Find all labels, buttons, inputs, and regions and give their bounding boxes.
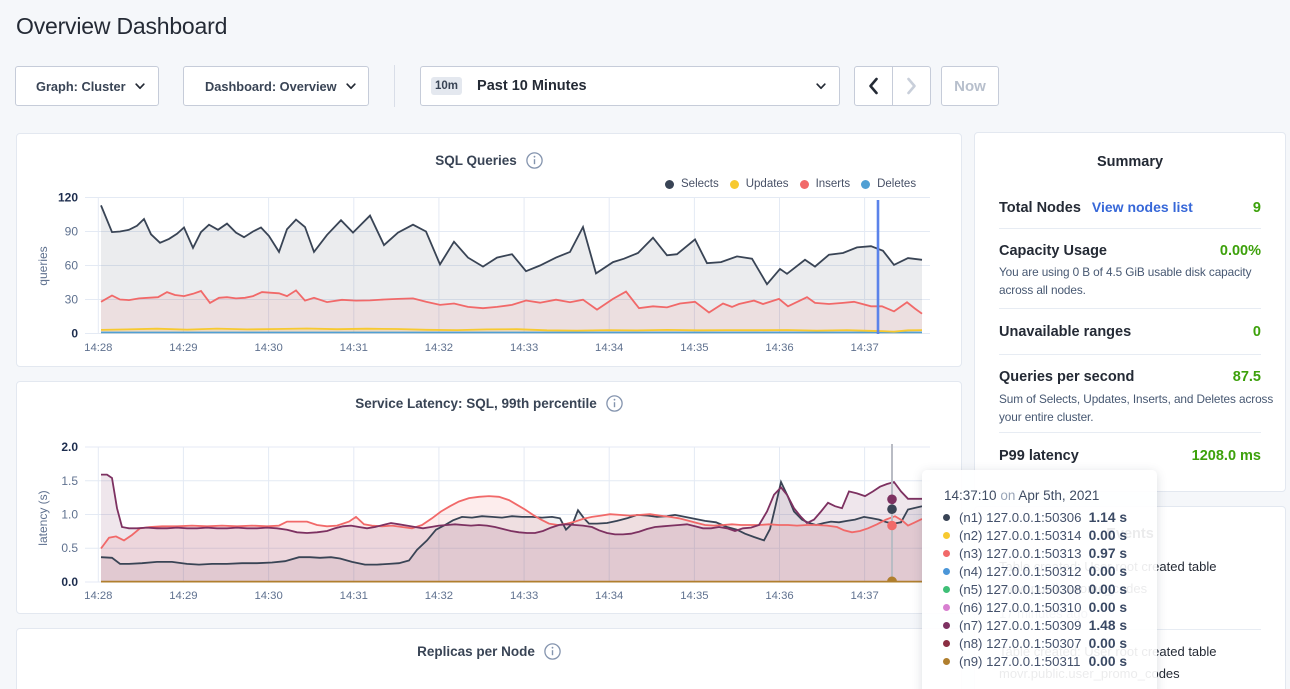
- svg-text:0.0: 0.0: [61, 575, 78, 589]
- svg-text:0.5: 0.5: [61, 541, 78, 555]
- svg-text:14:29: 14:29: [169, 590, 197, 602]
- svg-text:120: 120: [58, 191, 78, 205]
- svg-text:14:31: 14:31: [340, 342, 368, 354]
- svg-text:14:28: 14:28: [84, 590, 112, 602]
- svg-text:0: 0: [71, 327, 78, 341]
- svg-text:60: 60: [65, 259, 79, 273]
- svg-text:1.5: 1.5: [61, 474, 78, 488]
- svg-text:14:30: 14:30: [254, 590, 282, 602]
- svg-text:14:31: 14:31: [340, 590, 368, 602]
- svg-text:1.0: 1.0: [61, 508, 78, 522]
- svg-text:14:30: 14:30: [254, 342, 282, 354]
- svg-text:14:36: 14:36: [765, 342, 793, 354]
- svg-text:14:37: 14:37: [850, 590, 878, 602]
- svg-text:14:32: 14:32: [425, 590, 453, 602]
- svg-text:latency (s): latency (s): [36, 490, 50, 545]
- svg-text:14:36: 14:36: [765, 590, 793, 602]
- svg-text:14:32: 14:32: [425, 342, 453, 354]
- svg-text:14:35: 14:35: [680, 342, 708, 354]
- svg-text:14:37: 14:37: [850, 342, 878, 354]
- svg-text:14:34: 14:34: [595, 590, 623, 602]
- svg-text:90: 90: [65, 225, 79, 239]
- svg-text:14:34: 14:34: [595, 342, 623, 354]
- svg-text:14:29: 14:29: [169, 342, 197, 354]
- svg-text:14:33: 14:33: [510, 342, 538, 354]
- svg-text:14:33: 14:33: [510, 590, 538, 602]
- svg-text:14:35: 14:35: [680, 590, 708, 602]
- svg-text:2.0: 2.0: [61, 440, 78, 454]
- svg-text:30: 30: [65, 293, 79, 307]
- svg-text:14:28: 14:28: [84, 342, 112, 354]
- svg-text:queries: queries: [36, 246, 50, 285]
